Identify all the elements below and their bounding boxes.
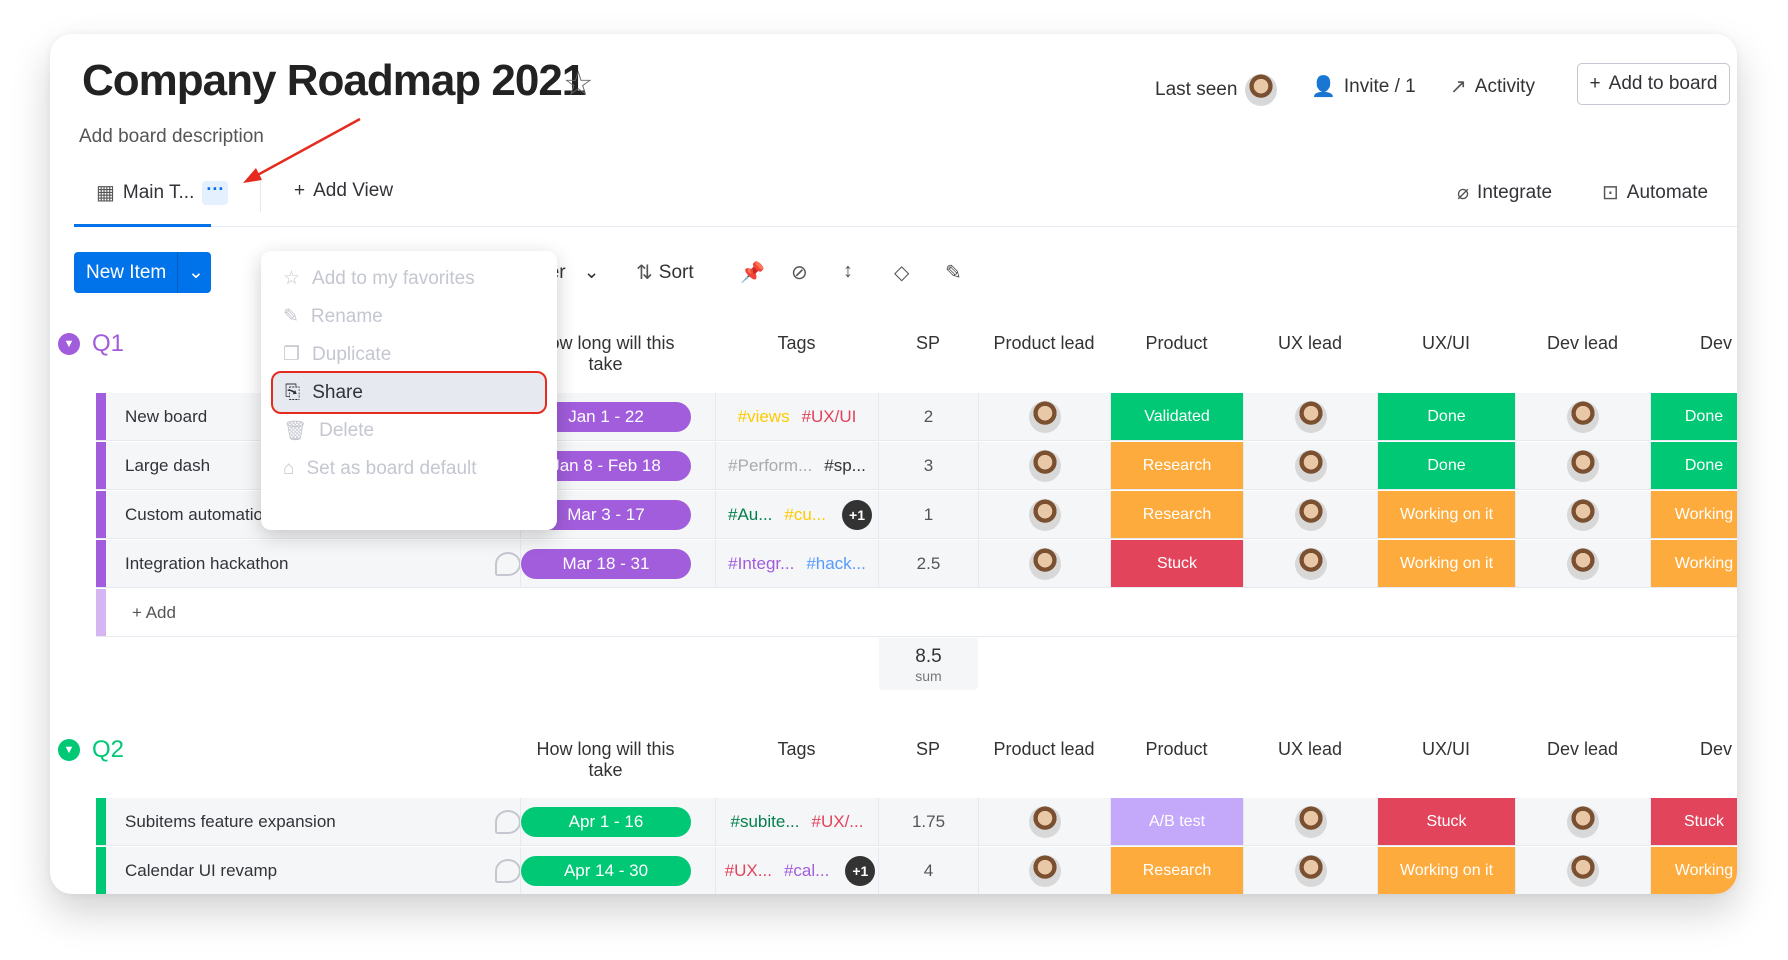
- annotation-arrow: [243, 117, 361, 183]
